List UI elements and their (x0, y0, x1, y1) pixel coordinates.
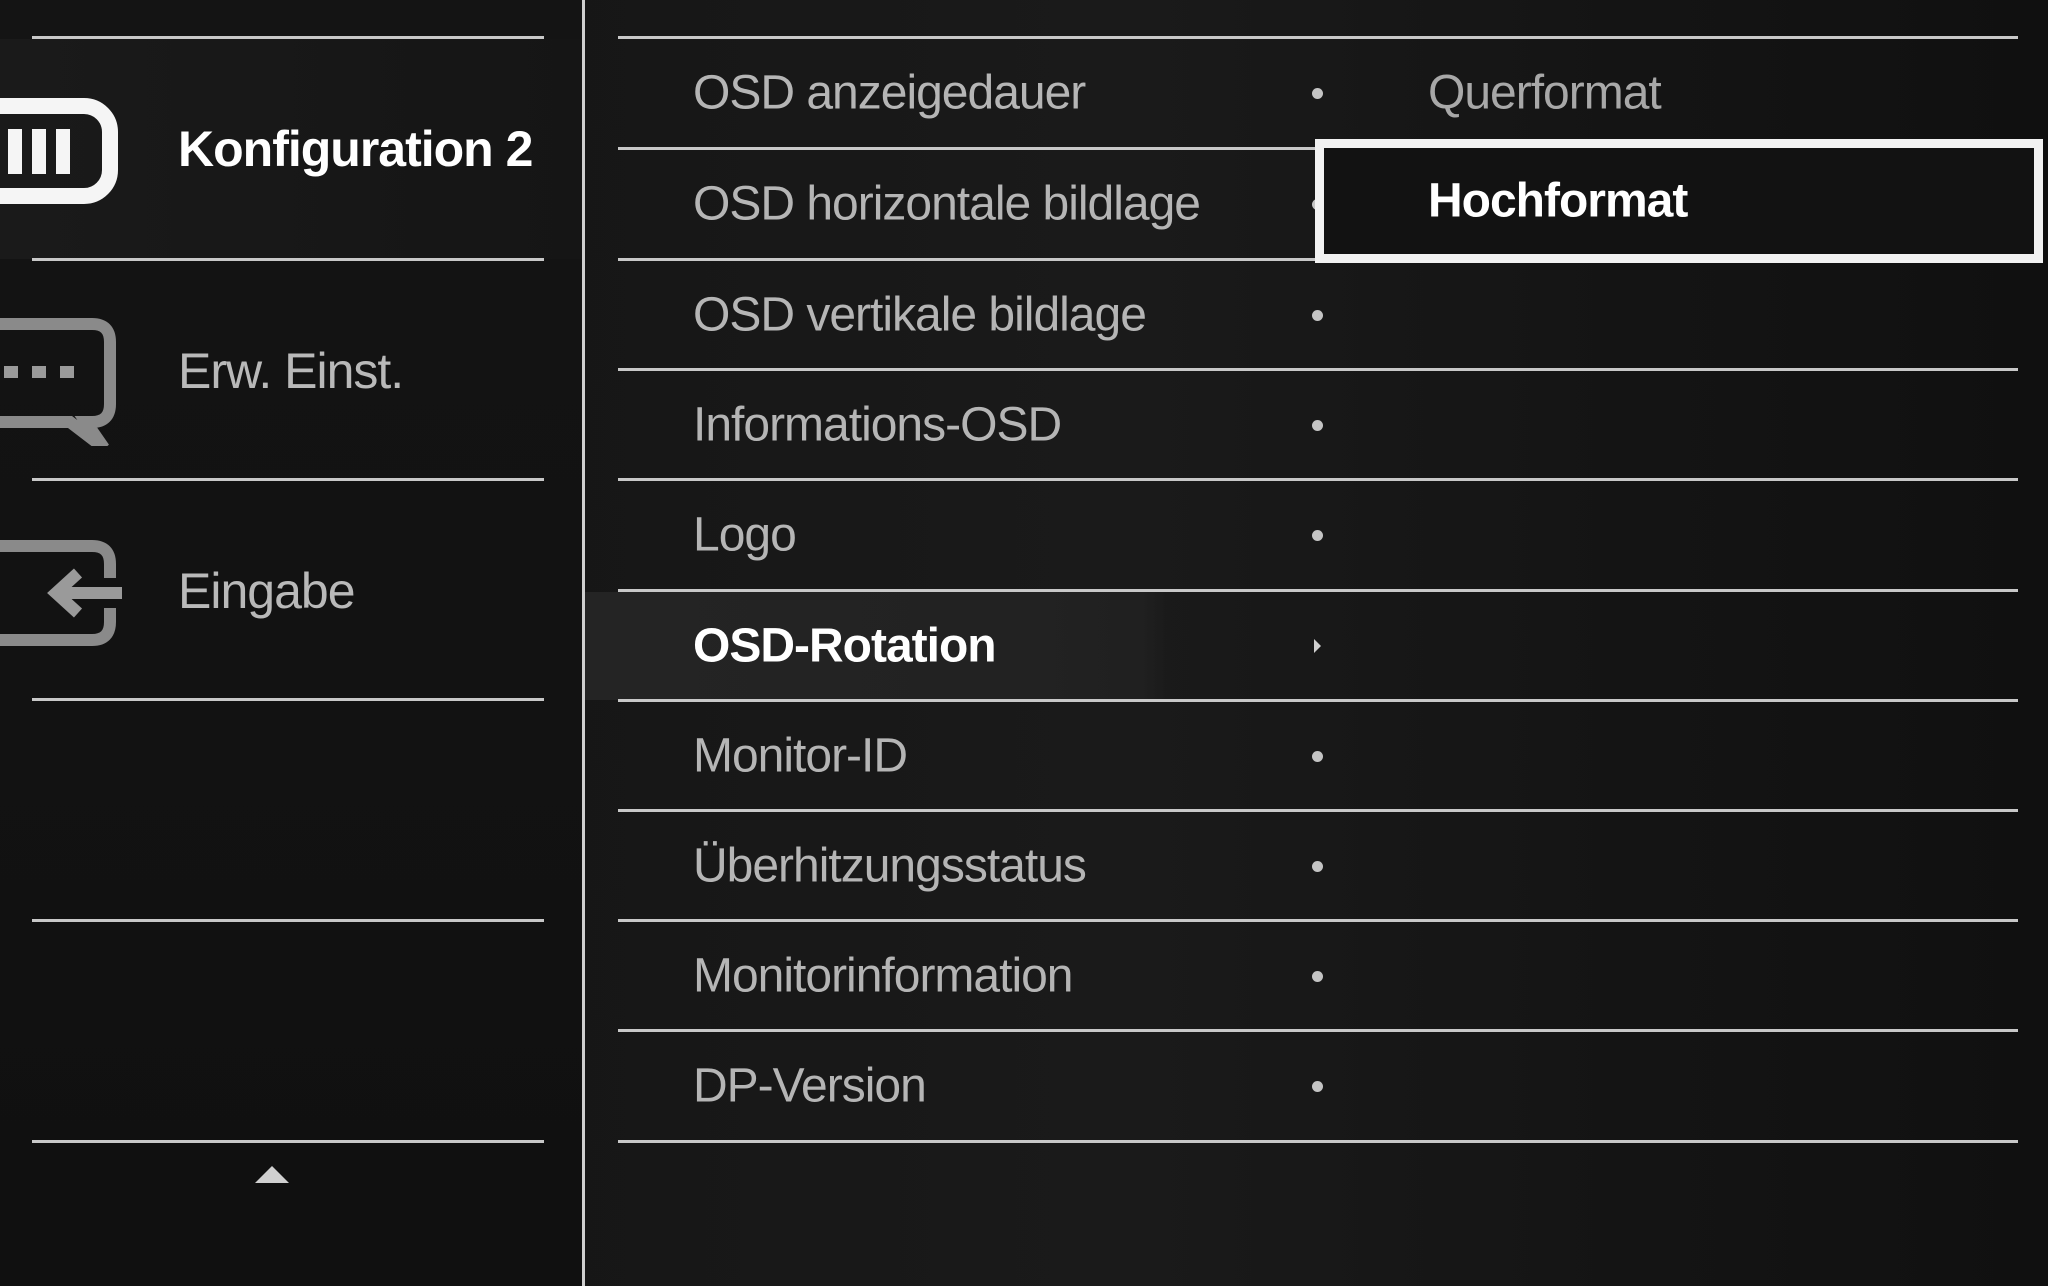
speech-bubble-icon (0, 296, 125, 453)
setup-icon (0, 74, 125, 224)
input-icon (0, 516, 125, 666)
submenu-label: Informations-OSD (693, 398, 1062, 452)
submenu-label: OSD horizontale bildlage (693, 177, 1201, 231)
bullet-icon (1312, 751, 1323, 762)
submenu-item-osd-rotation[interactable]: OSD-Rotation (585, 592, 2048, 700)
bullet-icon (1312, 420, 1323, 431)
bullet-icon (1312, 1081, 1323, 1092)
divider (32, 1140, 544, 1143)
bullet-icon (1312, 861, 1323, 872)
main-menu-item-eingabe[interactable]: Eingabe (0, 481, 582, 701)
bullet-icon (1312, 310, 1323, 321)
main-menu-item-erw-einst[interactable]: Erw. Einst. (0, 261, 582, 481)
submenu-item-dp-version[interactable]: DP-Version (585, 1032, 2048, 1140)
option-querformat[interactable]: Querformat (1320, 39, 2048, 147)
main-menu-item-konfiguration-2[interactable]: Konfiguration 2 (0, 39, 582, 259)
submenu-item-ueberhitzungsstatus[interactable]: Überhitzungsstatus (585, 812, 2048, 920)
submenu-label: Überhitzungsstatus (693, 839, 1087, 893)
option-label: Hochformat (1428, 174, 1688, 228)
option-label: Querformat (1428, 66, 1662, 120)
main-menu-label: Eingabe (178, 563, 355, 619)
divider (618, 1140, 2018, 1143)
submenu-item-informations-osd[interactable]: Informations-OSD (585, 371, 2048, 479)
main-menu: Konfiguration 2 Erw. Einst. Eingabe (0, 0, 582, 1286)
submenu-label: OSD-Rotation (693, 619, 997, 673)
main-menu-label: Konfiguration 2 (178, 121, 533, 177)
submenu-item-monitorinformation[interactable]: Monitorinformation (585, 922, 2048, 1030)
main-menu-label: Erw. Einst. (178, 343, 404, 399)
submenu-label: Monitor-ID (693, 729, 908, 783)
submenu-label: Monitorinformation (693, 949, 1073, 1003)
submenu-item-osd-vertikale-bildlage[interactable]: OSD vertikale bildlage (585, 261, 2048, 369)
bullet-icon (1312, 971, 1323, 982)
option-hochformat[interactable]: Hochformat (1315, 139, 2043, 263)
osd-screen: Konfiguration 2 Erw. Einst. Eingabe OSD … (0, 0, 2048, 1286)
submenu-item-logo[interactable]: Logo (585, 481, 2048, 589)
submenu-panel: OSD anzeigedauer OSD horizontale bildlag… (585, 0, 2048, 1286)
divider (32, 919, 544, 922)
submenu-label: Logo (693, 508, 797, 562)
submenu-label: OSD anzeigedauer (693, 66, 1086, 120)
submenu-item-monitor-id[interactable]: Monitor-ID (585, 702, 2048, 810)
chevron-right-icon (1314, 639, 1321, 653)
triangle-up-icon[interactable] (255, 1166, 289, 1183)
submenu-label: DP-Version (693, 1059, 927, 1113)
bullet-icon (1312, 530, 1323, 541)
submenu-label: OSD vertikale bildlage (693, 288, 1147, 342)
divider (32, 698, 544, 701)
